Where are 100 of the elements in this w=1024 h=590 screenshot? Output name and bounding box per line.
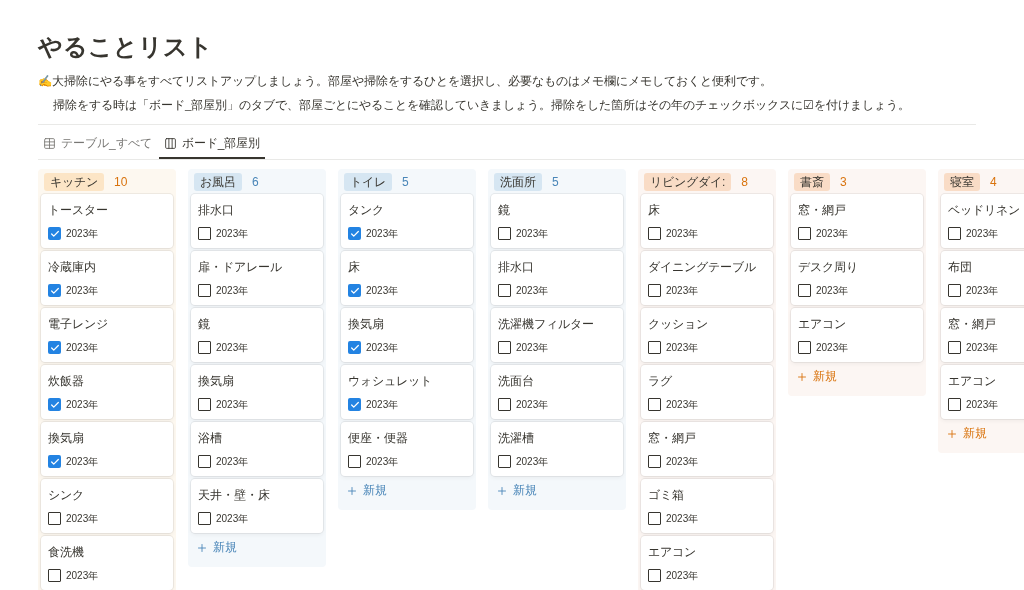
checkbox[interactable] — [648, 284, 661, 297]
task-card[interactable]: 床 2023年 — [641, 194, 773, 248]
checkbox[interactable] — [798, 227, 811, 240]
task-card[interactable]: 浴槽 2023年 — [191, 422, 323, 476]
task-card[interactable]: 換気扇 2023年 — [191, 365, 323, 419]
checkbox[interactable] — [48, 569, 61, 582]
task-card[interactable]: 換気扇 2023年 — [341, 308, 473, 362]
task-card[interactable]: シンク 2023年 — [41, 479, 173, 533]
task-card[interactable]: 食洗機 2023年 — [41, 536, 173, 590]
checkbox[interactable] — [648, 512, 661, 525]
checkbox[interactable] — [48, 341, 61, 354]
checkbox[interactable] — [648, 455, 661, 468]
task-card[interactable]: 天井・壁・床 2023年 — [191, 479, 323, 533]
checkbox[interactable] — [198, 284, 211, 297]
year-label: 2023年 — [666, 341, 699, 355]
checkbox[interactable] — [798, 284, 811, 297]
card-title: タンク — [348, 203, 384, 218]
task-card[interactable]: 排水口 2023年 — [191, 194, 323, 248]
year-label: 2023年 — [66, 284, 99, 298]
view-tab[interactable]: テーブル_すべて — [38, 129, 157, 159]
plus-icon — [196, 542, 208, 554]
checkbox[interactable] — [348, 455, 361, 468]
task-card[interactable]: 便座・便器 2023年 — [341, 422, 473, 476]
checkbox[interactable] — [498, 284, 511, 297]
card-title: エアコン — [948, 374, 996, 389]
task-card[interactable]: 電子レンジ 2023年 — [41, 308, 173, 362]
year-label: 2023年 — [66, 512, 99, 526]
new-item-button[interactable]: 新規 — [191, 533, 242, 563]
task-card[interactable]: 洗面台 2023年 — [491, 365, 623, 419]
task-card[interactable]: 窓・網戸 2023年 — [941, 308, 1024, 362]
task-card[interactable]: ダイニングテーブル 2023年 — [641, 251, 773, 305]
checkbox[interactable] — [948, 341, 961, 354]
card-title: 換気扇 — [348, 317, 384, 332]
checkbox[interactable] — [498, 398, 511, 411]
task-card[interactable]: 炊飯器 2023年 — [41, 365, 173, 419]
task-card[interactable]: 換気扇 2023年 — [41, 422, 173, 476]
task-card[interactable]: 洗濯槽 2023年 — [491, 422, 623, 476]
checkbox[interactable] — [798, 341, 811, 354]
card-title: シンク — [48, 488, 84, 503]
checkbox[interactable] — [348, 284, 361, 297]
task-card[interactable]: タンク 2023年 — [341, 194, 473, 248]
task-card[interactable]: 排水口 2023年 — [491, 251, 623, 305]
checkbox[interactable] — [948, 284, 961, 297]
page-title: やることリスト — [38, 32, 213, 62]
checkbox[interactable] — [648, 341, 661, 354]
checkbox[interactable] — [348, 341, 361, 354]
task-card[interactable]: ゴミ箱 2023年 — [641, 479, 773, 533]
checkbox[interactable] — [648, 227, 661, 240]
checkbox[interactable] — [48, 398, 61, 411]
task-card[interactable]: ベッドリネン 2023年 — [941, 194, 1024, 248]
task-card[interactable]: 床 2023年 — [341, 251, 473, 305]
checkbox[interactable] — [198, 455, 211, 468]
checkbox[interactable] — [198, 398, 211, 411]
task-card[interactable]: クッション 2023年 — [641, 308, 773, 362]
task-card[interactable]: ウォシュレット 2023年 — [341, 365, 473, 419]
task-card[interactable]: エアコン 2023年 — [791, 308, 923, 362]
checkbox[interactable] — [198, 227, 211, 240]
checkbox[interactable] — [348, 227, 361, 240]
checkbox[interactable] — [648, 569, 661, 582]
checkbox[interactable] — [498, 341, 511, 354]
year-label: 2023年 — [516, 398, 549, 412]
task-card[interactable]: 窓・網戸 2023年 — [641, 422, 773, 476]
view-tab[interactable]: ボード_部屋別 — [158, 129, 266, 159]
checkbox[interactable] — [498, 227, 511, 240]
checkbox[interactable] — [198, 341, 211, 354]
task-card[interactable]: 窓・網戸 2023年 — [791, 194, 923, 248]
card-title: 扉・ドアレール — [198, 260, 282, 275]
task-card[interactable]: デスク周り 2023年 — [791, 251, 923, 305]
checkbox[interactable] — [948, 227, 961, 240]
new-item-button[interactable]: 新規 — [491, 476, 542, 506]
task-card[interactable]: 鏡 2023年 — [491, 194, 623, 248]
year-label: 2023年 — [216, 341, 249, 355]
checkbox[interactable] — [498, 455, 511, 468]
card-title: クッション — [648, 317, 708, 332]
checkbox[interactable] — [48, 227, 61, 240]
plus-icon — [946, 428, 958, 440]
group-count: 3 — [840, 173, 847, 191]
new-item-button[interactable]: 新規 — [341, 476, 392, 506]
checkbox[interactable] — [48, 284, 61, 297]
checkbox[interactable] — [948, 398, 961, 411]
task-card[interactable]: 冷蔵庫内 2023年 — [41, 251, 173, 305]
task-card[interactable]: 扉・ドアレール 2023年 — [191, 251, 323, 305]
group-tag: キッチン — [44, 172, 104, 191]
task-card[interactable]: 洗濯機フィルター 2023年 — [491, 308, 623, 362]
checkbox[interactable] — [648, 398, 661, 411]
task-card[interactable]: 鏡 2023年 — [191, 308, 323, 362]
checkbox[interactable] — [48, 512, 61, 525]
task-card[interactable]: トースター 2023年 — [41, 194, 173, 248]
checkbox[interactable] — [48, 455, 61, 468]
task-card[interactable]: 布団 2023年 — [941, 251, 1024, 305]
year-label: 2023年 — [666, 569, 699, 583]
checkbox[interactable] — [198, 512, 211, 525]
checkbox[interactable] — [348, 398, 361, 411]
card-title: 冷蔵庫内 — [48, 260, 96, 275]
group-tag: 洗面所 — [494, 172, 542, 191]
task-card[interactable]: ラグ 2023年 — [641, 365, 773, 419]
task-card[interactable]: エアコン 2023年 — [641, 536, 773, 590]
task-card[interactable]: エアコン 2023年 — [941, 365, 1024, 419]
year-label: 2023年 — [816, 341, 849, 355]
year-label: 2023年 — [66, 455, 99, 469]
